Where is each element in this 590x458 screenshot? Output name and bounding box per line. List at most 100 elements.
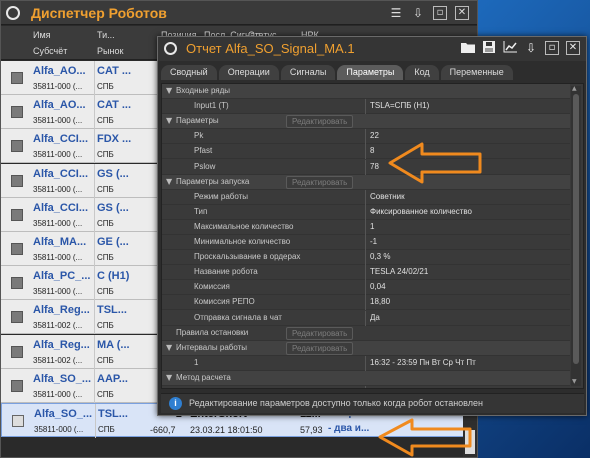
robot-ticker[interactable]: C (H1) xyxy=(97,270,131,282)
parameter-row[interactable]: Pslow 78 xyxy=(162,159,570,175)
close-icon[interactable]: ✕ xyxy=(455,6,469,20)
row-checkbox[interactable] xyxy=(11,277,23,290)
parameter-row[interactable]: Input1 (T) TSLA=СПБ (H1) xyxy=(162,99,570,115)
col-market-header[interactable]: Рынок xyxy=(97,46,123,56)
parameter-row[interactable]: Pfast 8 xyxy=(162,144,570,160)
robot-ticker[interactable]: MA (... xyxy=(97,339,131,351)
edit-button[interactable]: Редактировать xyxy=(286,175,354,189)
parameter-group-row[interactable]: ▼ Метод расчета xyxy=(162,370,570,386)
robot-ticker[interactable]: AAP... xyxy=(97,373,131,385)
robot-name[interactable]: Alfa_SO_... xyxy=(34,408,94,420)
parameter-row[interactable]: Режим работы Советник xyxy=(162,189,570,205)
parameters-scrollbar[interactable]: ▲ ▼ xyxy=(571,85,581,386)
tab-0[interactable]: Сводный xyxy=(161,65,217,80)
row-checkbox[interactable] xyxy=(11,72,23,84)
download-icon[interactable]: ⇩ xyxy=(411,6,425,20)
parameter-value[interactable]: 16:32 - 23:59 Пн Вт Ср Чт Пт xyxy=(370,358,476,367)
collapse-arrow-icon[interactable]: ▼ xyxy=(166,177,172,186)
collapse-arrow-icon[interactable]: ▼ xyxy=(166,116,172,125)
robot-ticker[interactable]: GS (... xyxy=(97,202,131,214)
collapse-arrow-icon[interactable]: ▼ xyxy=(166,373,172,382)
robot-name[interactable]: Alfa_AO... xyxy=(33,65,93,77)
parameter-value[interactable]: 1 xyxy=(370,222,374,231)
robot-name[interactable]: Alfa_Reg... xyxy=(33,304,93,316)
parameter-value[interactable]: 78 xyxy=(370,162,379,171)
save-icon[interactable] xyxy=(482,41,496,55)
robot-name[interactable]: Alfa_Reg... xyxy=(33,339,93,351)
parameter-row[interactable]: Проскальзывание в ордерах 0,3 % xyxy=(162,250,570,266)
row-checkbox[interactable] xyxy=(11,311,23,324)
parameter-group-row[interactable]: ▼ Параметры Редактировать xyxy=(162,114,570,130)
parameter-value[interactable]: 22 xyxy=(370,131,379,140)
robot-ticker[interactable]: CAT ... xyxy=(97,99,131,111)
row-checkbox[interactable] xyxy=(11,140,23,153)
tab-2[interactable]: Сигналы xyxy=(280,65,336,80)
close-icon[interactable]: ✕ xyxy=(566,41,580,55)
tab-4[interactable]: Код xyxy=(405,65,439,80)
robot-name[interactable]: Alfa_MA... xyxy=(33,236,93,248)
folder-icon[interactable] xyxy=(461,41,475,55)
parameter-group-row[interactable]: Правила остановки Редактировать xyxy=(162,326,570,341)
row-checkbox[interactable] xyxy=(11,379,23,392)
robot-ticker[interactable]: GS (... xyxy=(97,168,131,180)
parameter-group-row[interactable]: ▼ Параметры запуска Редактировать xyxy=(162,174,570,190)
robot-ticker[interactable]: CAT ... xyxy=(97,65,131,77)
parameter-value[interactable]: -1 xyxy=(370,237,377,246)
col-account-header[interactable]: Субсчёт xyxy=(33,46,67,56)
parameter-row[interactable]: Комиссия 0,04 xyxy=(162,280,570,296)
row-checkbox[interactable] xyxy=(11,345,23,358)
edit-button[interactable]: Редактировать xyxy=(286,341,354,355)
scrollbar-thumb[interactable] xyxy=(573,94,579,364)
col-ticker-header[interactable]: Ти... xyxy=(97,30,115,40)
robot-ticker[interactable]: FDX ... xyxy=(97,133,131,145)
robot-name[interactable]: Alfa_SO_... xyxy=(33,373,93,385)
parameter-row[interactable]: Тип Фиксированное количество xyxy=(162,204,570,220)
robot-ticker[interactable]: TSL... xyxy=(97,304,131,316)
robot-name[interactable]: Alfa_CCI... xyxy=(33,168,93,180)
parameter-row[interactable]: Минимальное количество -1 xyxy=(162,235,570,250)
chart-icon[interactable] xyxy=(503,41,517,55)
report-titlebar[interactable]: Отчет Alfa_SO_Signal_MA.1 ⇩ ▫ ✕ xyxy=(158,37,586,61)
tab-5[interactable]: Переменные xyxy=(440,65,513,80)
robot-name[interactable]: Alfa_CCI... xyxy=(33,202,93,214)
edit-button[interactable]: Редактировать xyxy=(286,326,354,340)
parameter-row[interactable]: Максимальное количество 1 xyxy=(162,219,570,235)
parameter-value[interactable]: Советник xyxy=(370,192,405,201)
tab-3[interactable]: Параметры xyxy=(337,65,404,80)
dispatcher-titlebar[interactable]: Диспетчер Роботов ☰ ⇩ ▫ ✕ xyxy=(1,1,477,25)
parameter-group-row[interactable]: ▼ Входные ряды xyxy=(162,84,570,99)
parameter-value[interactable]: FIFO xyxy=(370,388,388,389)
parameter-row[interactable]: Метод расчета отчета и учетной цены FIFO xyxy=(162,386,570,389)
collapse-arrow-icon[interactable]: ▼ xyxy=(166,86,172,95)
parameter-value[interactable]: Да xyxy=(370,313,380,322)
edit-button[interactable]: Редактировать xyxy=(286,115,354,129)
row-checkbox[interactable] xyxy=(12,415,24,427)
robot-name[interactable]: Alfa_AO... xyxy=(33,99,93,111)
download-icon[interactable]: ⇩ xyxy=(524,41,538,55)
filter-icon[interactable]: ☰ xyxy=(389,6,403,20)
row-checkbox[interactable] xyxy=(11,243,23,255)
restore-icon[interactable]: ▫ xyxy=(545,41,559,55)
parameter-row[interactable]: Pk 22 xyxy=(162,129,570,145)
col-name-header[interactable]: Имя xyxy=(33,30,51,40)
parameter-value[interactable]: 0,04 xyxy=(370,282,386,291)
scroll-up-icon[interactable]: ▲ xyxy=(572,85,577,92)
row-checkbox[interactable] xyxy=(11,208,23,221)
parameter-value[interactable]: Фиксированное количество xyxy=(370,207,472,216)
parameter-value[interactable]: TSLA=СПБ (H1) xyxy=(370,101,429,110)
parameter-row[interactable]: Комиссия РЕПО 18,80 xyxy=(162,295,570,311)
collapse-arrow-icon[interactable]: ▼ xyxy=(166,343,172,352)
parameter-value[interactable]: 8 xyxy=(370,146,374,155)
row-checkbox[interactable] xyxy=(11,174,23,187)
row-checkbox[interactable] xyxy=(11,106,23,119)
robot-ticker[interactable]: GE (... xyxy=(97,236,131,248)
parameter-row[interactable]: 1 16:32 - 23:59 Пн Вт Ср Чт Пт xyxy=(162,355,570,371)
parameter-value[interactable]: 18,80 xyxy=(370,297,390,306)
robot-ticker[interactable]: TSL... xyxy=(98,408,132,420)
scroll-down-icon[interactable]: ▼ xyxy=(572,378,577,385)
robot-name[interactable]: Alfa_CCI... xyxy=(33,133,93,145)
parameter-value[interactable]: TESLA 24/02/21 xyxy=(370,267,428,276)
restore-icon[interactable]: ▫ xyxy=(433,6,447,20)
parameter-row[interactable]: Отправка сигнала в чат Да xyxy=(162,310,570,326)
parameter-value[interactable]: 0,3 % xyxy=(370,252,390,261)
